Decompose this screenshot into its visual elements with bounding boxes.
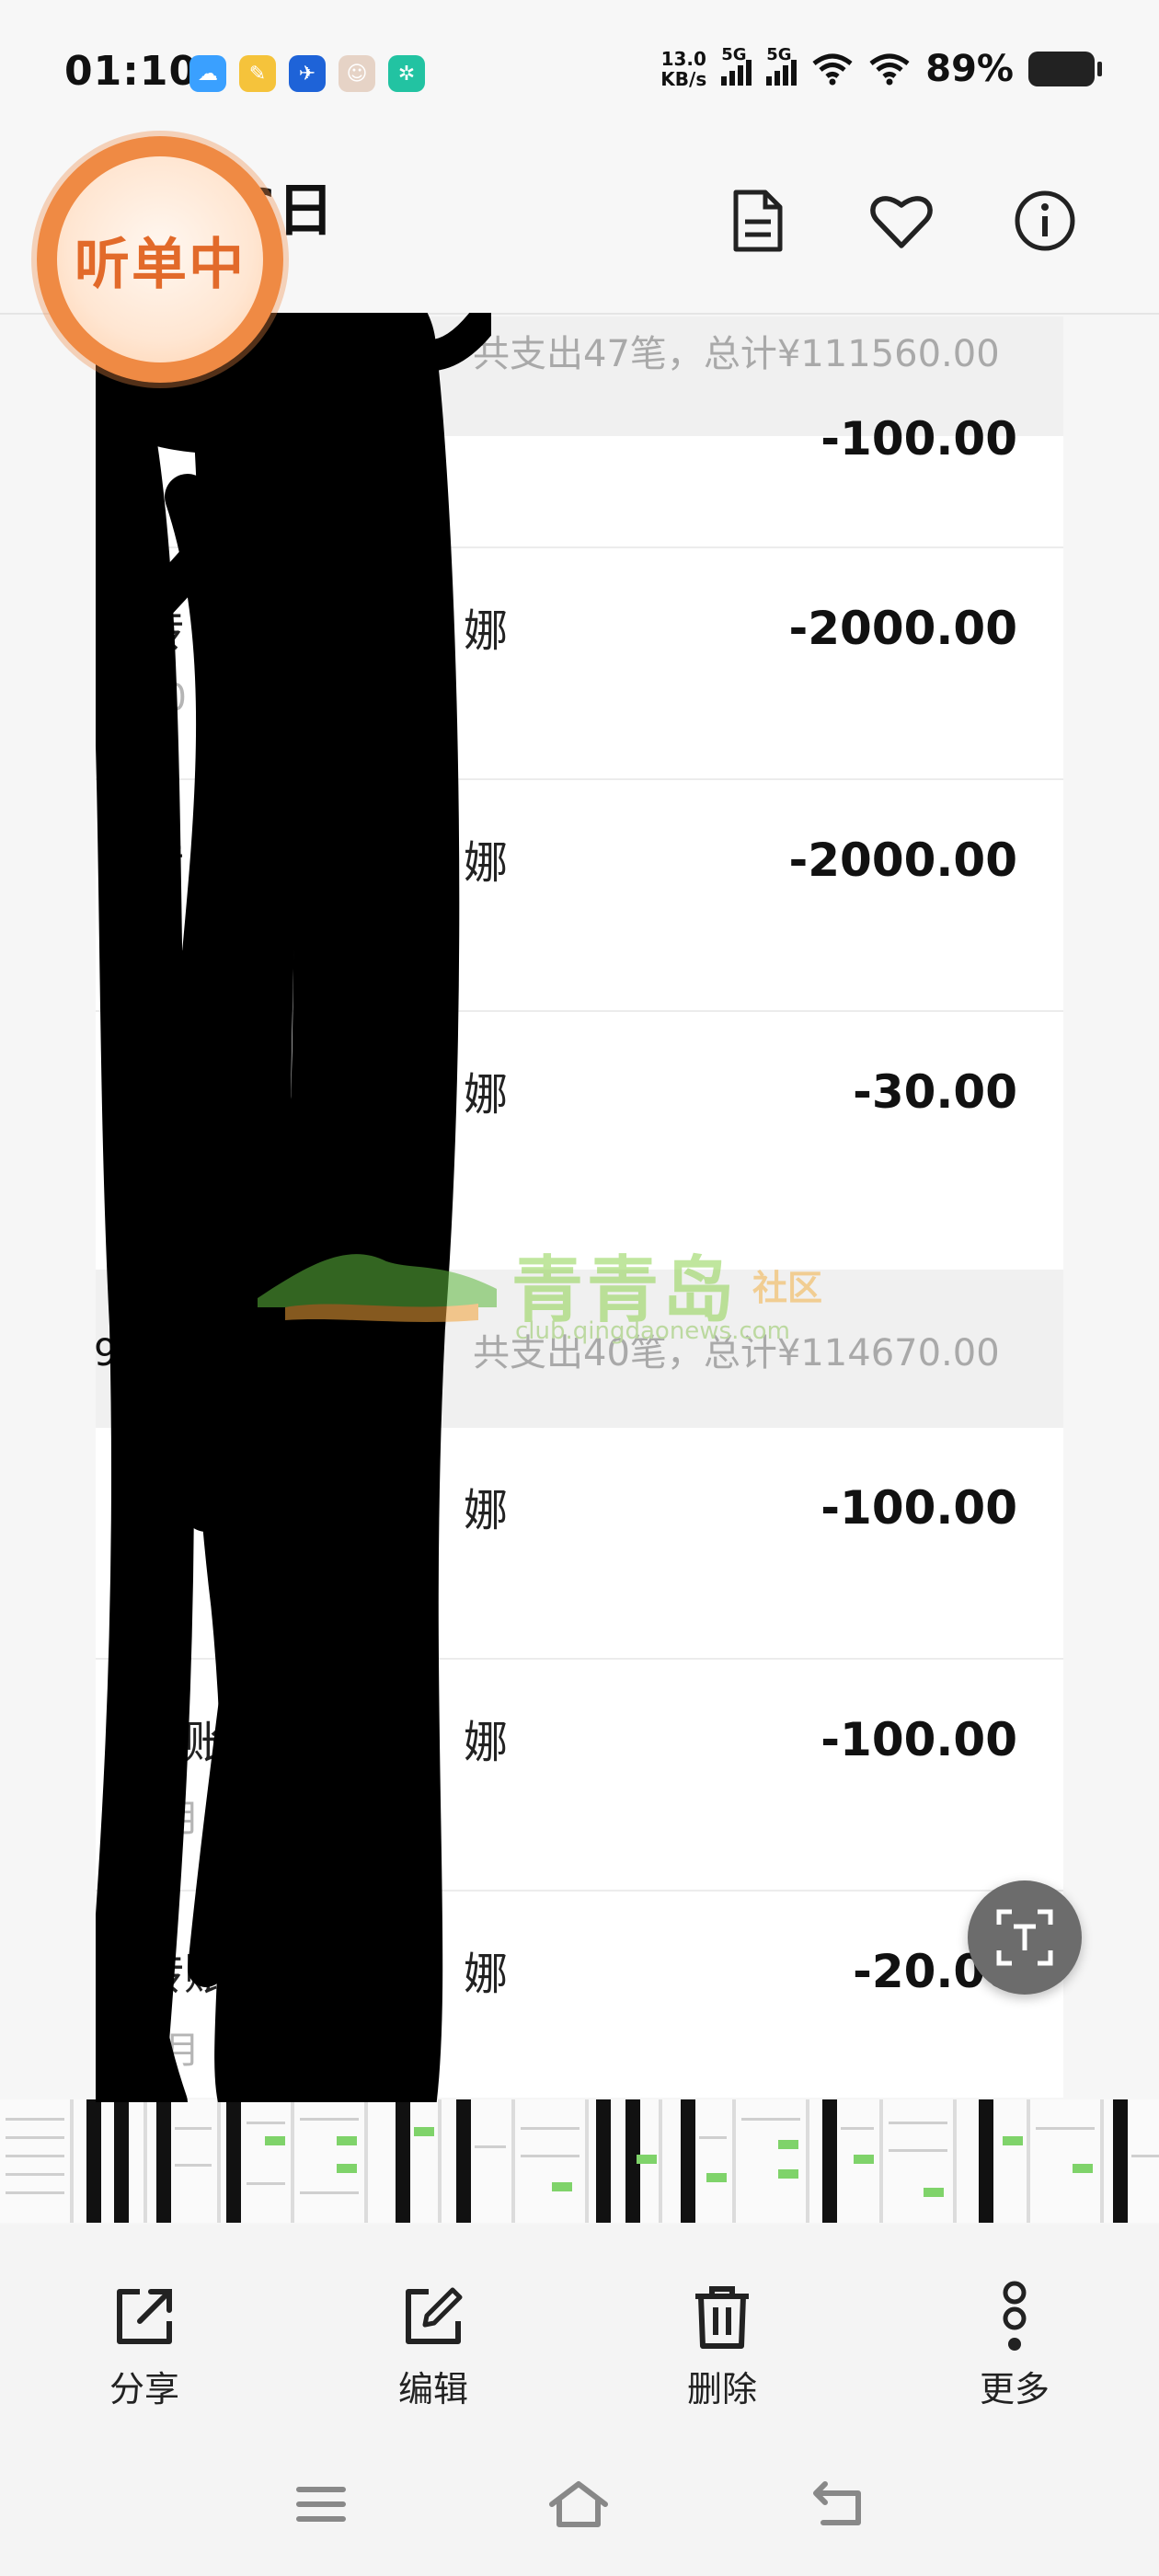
network-speed: 13.0 KB/s xyxy=(660,48,707,90)
transaction-row[interactable]: 娜 10 -30.00 xyxy=(96,1012,1063,1244)
menu-nav-button[interactable] xyxy=(289,2478,353,2530)
delivery-app-icon: ✎ xyxy=(239,55,276,92)
back-icon xyxy=(813,2481,861,2525)
thumbnail[interactable] xyxy=(442,2099,511,2223)
thumbnail[interactable] xyxy=(589,2099,659,2223)
transaction-row[interactable]: 转 娜 10 -2000.00 xyxy=(96,548,1063,780)
more-icon xyxy=(1003,2281,1027,2351)
wifi-icon-2 xyxy=(869,53,910,86)
transaction-row[interactable]: -100.00 xyxy=(96,412,1063,548)
thumbnail[interactable] xyxy=(1104,2099,1159,2223)
back-nav-button[interactable] xyxy=(806,2478,870,2530)
flight-app-icon: ✈ xyxy=(289,55,326,92)
document-button[interactable] xyxy=(719,182,797,259)
thumbnail[interactable] xyxy=(809,2099,879,2223)
heart-icon xyxy=(870,196,933,248)
thumbnail[interactable] xyxy=(662,2099,732,2223)
home-nav-button[interactable] xyxy=(546,2478,611,2530)
document-icon xyxy=(733,190,783,252)
thumbnail-strip[interactable] xyxy=(0,2099,1159,2223)
scan-text-icon xyxy=(996,1909,1053,1966)
thumbnail[interactable] xyxy=(515,2099,585,2223)
transaction-row[interactable]: 娜 -100.00 xyxy=(96,1428,1063,1660)
transaction-row[interactable]: 转账 娜 9月 -20.00 xyxy=(96,1892,1063,2098)
navigation-bar xyxy=(0,2418,1159,2576)
thumbnail[interactable] xyxy=(1030,2099,1100,2223)
avatar-app-icon: ☺ xyxy=(339,55,375,92)
thumbnail[interactable] xyxy=(294,2099,364,2223)
teal-app-icon: ✲ xyxy=(388,55,425,92)
wifi-icon xyxy=(812,53,853,86)
thumbnail[interactable] xyxy=(147,2099,217,2223)
home-icon xyxy=(549,2481,608,2527)
menu-icon xyxy=(296,2487,346,2522)
thumbnail[interactable] xyxy=(74,2099,143,2223)
system-icons: 13.0 KB/s 5G 5G 89% xyxy=(660,45,1102,90)
edit-icon xyxy=(406,2287,463,2344)
thumbnail[interactable] xyxy=(883,2099,953,2223)
watermark-url: club.qingdaonews.com xyxy=(515,1317,790,1345)
battery-percent: 89% xyxy=(925,48,1014,90)
share-icon xyxy=(117,2289,172,2344)
status-time: 01:10 xyxy=(64,48,199,95)
transaction-row[interactable]: 转 娜 -2000.00 xyxy=(96,780,1063,1012)
thumbnail[interactable] xyxy=(736,2099,806,2223)
status-bar: 01:10 ☁ ✎ ✈ ☺ ✲ 13.0 KB/s 5G 5G 89% xyxy=(0,0,1159,156)
info-button[interactable] xyxy=(1006,182,1084,259)
mountain-logo-icon xyxy=(258,1254,497,1322)
signal-sim1-icon: 5G xyxy=(721,45,752,86)
share-button[interactable]: 分享 xyxy=(75,2282,213,2411)
thumbnail[interactable] xyxy=(221,2099,291,2223)
info-icon xyxy=(1015,190,1075,251)
thumbnail[interactable] xyxy=(0,2099,70,2223)
thumbnail[interactable] xyxy=(957,2099,1027,2223)
cloud-app-icon: ☁ xyxy=(189,55,226,92)
bottom-toolbar: 分享 编辑 删除 更多 xyxy=(0,2225,1159,2418)
delete-button[interactable]: 删除 xyxy=(653,2282,791,2411)
notification-icons: ☁ ✎ ✈ ☺ ✲ xyxy=(189,55,425,92)
more-button[interactable]: 更多 xyxy=(946,2281,1084,2411)
transaction-list[interactable]: 共支出47笔，总计¥111560.00 -100.00 转 娜 10 -2000… xyxy=(96,316,1063,2098)
signal-sim2-icon: 5G xyxy=(766,45,798,86)
battery-icon xyxy=(1028,52,1102,86)
favorite-button[interactable] xyxy=(863,182,940,259)
trash-icon xyxy=(695,2286,749,2349)
edit-button[interactable]: 编辑 xyxy=(364,2282,502,2411)
transaction-row[interactable]: 转账 娜 9月 -100.00 xyxy=(96,1660,1063,1892)
listening-badge[interactable]: 听单中 xyxy=(37,136,283,383)
text-recognition-button[interactable] xyxy=(968,1880,1082,1995)
thumbnail[interactable] xyxy=(368,2099,438,2223)
